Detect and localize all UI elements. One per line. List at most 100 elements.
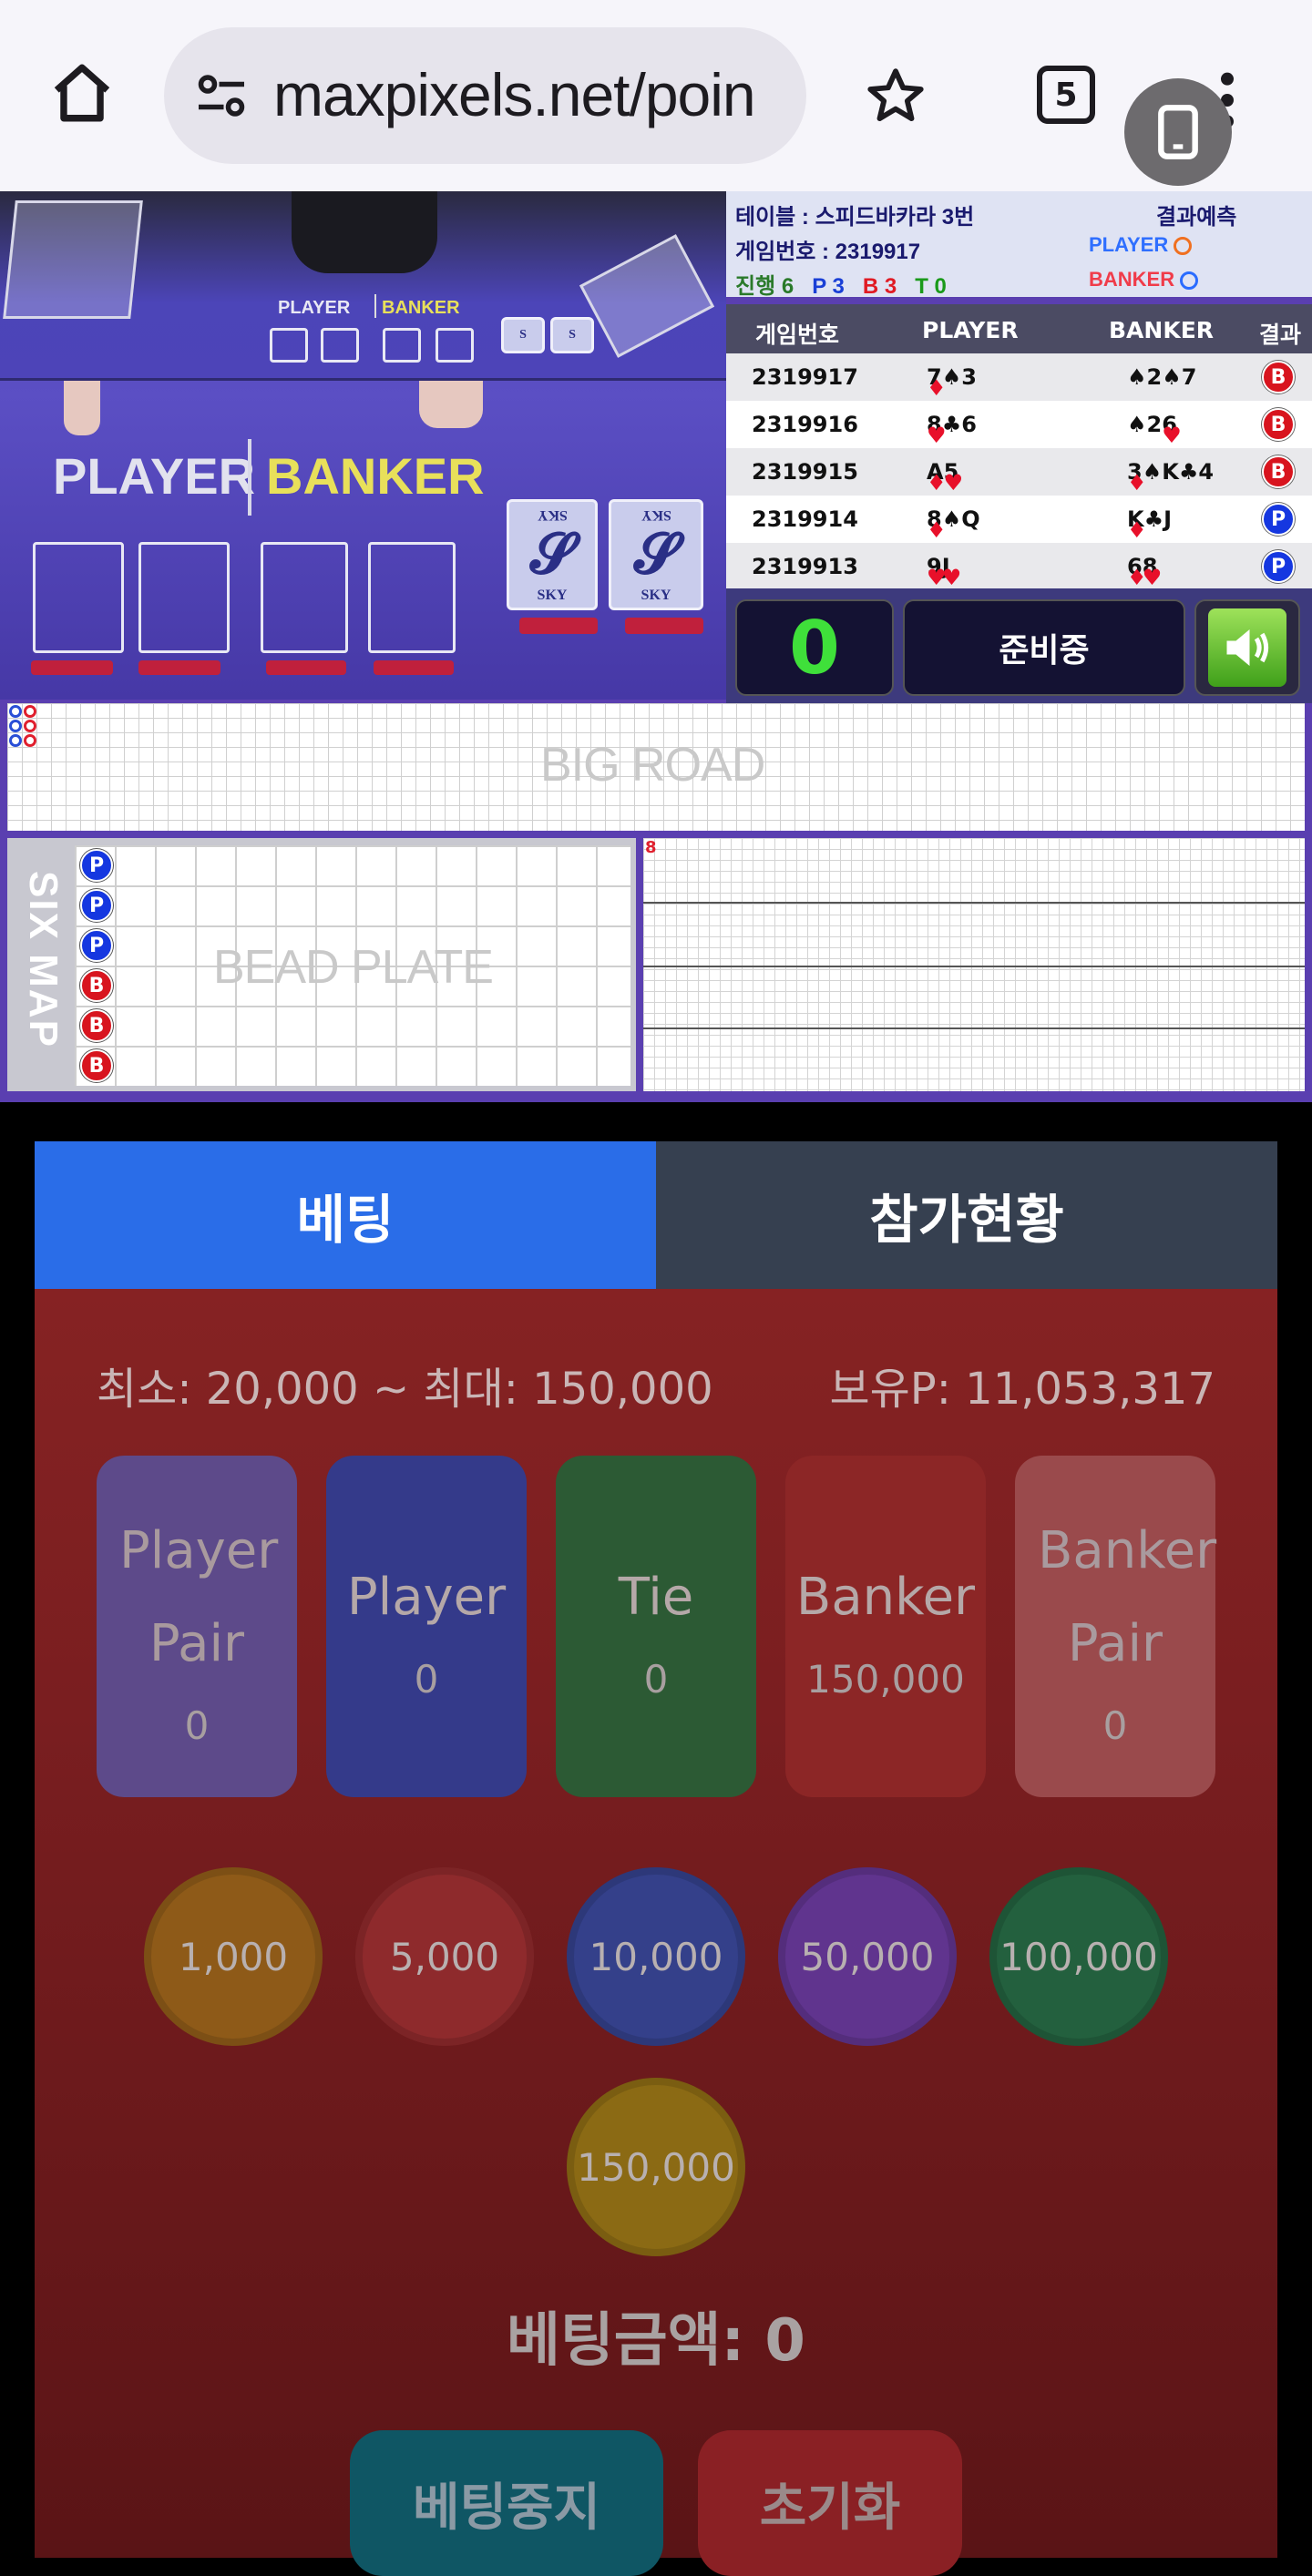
tab-betting[interactable]: 베팅 <box>35 1141 656 1289</box>
game-no-cell: 2319915 <box>752 459 858 485</box>
predict-label: 결과예측 <box>1156 205 1237 230</box>
bet-option-tie[interactable]: Tie 0 <box>556 1456 756 1797</box>
result-badge: P <box>1262 503 1295 536</box>
dealer <box>292 191 437 273</box>
game-no-cell: 2319913 <box>752 554 858 579</box>
bet-option-amount: 0 <box>643 1657 669 1702</box>
bead-plate-title: BEAD PLATE <box>213 941 494 994</box>
bet-option-player-pair[interactable]: Player Pair 0 <box>97 1456 297 1797</box>
chip-100000[interactable]: 100,000 <box>989 1867 1168 2046</box>
bead-item: B <box>80 1009 113 1042</box>
discard-tray <box>579 234 715 358</box>
chip-1000[interactable]: 1,000 <box>144 1867 323 2046</box>
small-road-mark: 8 <box>645 838 657 857</box>
dealer-hand <box>419 381 483 428</box>
countdown-timer: 0 <box>735 599 894 696</box>
bet-option-amount: 0 <box>184 1703 210 1748</box>
bet-option-banker-pair[interactable]: Banker Pair 0 <box>1015 1456 1217 1797</box>
result-history-table: 게임번호 PLAYER BANKER 결과 2319917 ♦ 7♠3 ♠2♠7 B 23… <box>726 304 1312 590</box>
result-badge: B <box>1262 408 1295 441</box>
card-slot <box>321 328 359 363</box>
player-cards-cell: ♥ 8♣6 <box>927 412 977 448</box>
game-number-label: 게임번호 : 2319917 <box>735 240 921 264</box>
bet-option-name: Banker <box>795 1568 976 1627</box>
player-cards-cell: ♦ A ♥ 5 <box>927 459 964 496</box>
address-bar[interactable]: maxpixels.net/poin <box>164 27 806 164</box>
chip-5000[interactable]: 5,000 <box>355 1867 534 2046</box>
bet-light <box>519 618 598 634</box>
bead-item: P <box>80 889 113 922</box>
big-road-title: BIG ROAD <box>540 739 765 792</box>
banker-cards-cell: ♠2 ♥ 6 <box>1127 412 1182 448</box>
result-badge: P <box>1262 550 1295 583</box>
bet-amount: 베팅금액: 0 <box>507 2307 805 2375</box>
bookmark-star-icon[interactable] <box>856 56 935 135</box>
result-badge: B <box>1262 455 1295 488</box>
bet-option-player[interactable]: Player 0 <box>326 1456 527 1797</box>
table-info-panel: 테이블 : 스피드바카라 3번 게임번호 : 2319917 진행 6 P 3 … <box>726 191 1312 301</box>
dealer-hand <box>64 381 100 435</box>
bet-light <box>625 618 703 634</box>
card-back: SKY 𝓢 SKY <box>507 499 598 610</box>
bet-light <box>266 660 346 675</box>
status-text: 준비중 <box>903 599 1185 696</box>
sound-toggle-button[interactable] <box>1194 599 1300 696</box>
progress-line: 진행 6 P 3 B 3 T 0 <box>735 274 947 299</box>
predict-player[interactable]: PLAYER <box>1089 233 1193 257</box>
banker-cards-cell: ♦ 6 ♥ 8 <box>1127 554 1163 590</box>
card-slot <box>436 328 474 363</box>
url-text: maxpixels.net/poin <box>273 61 756 128</box>
bet-option-banker[interactable]: Banker 150,000 <box>785 1456 986 1797</box>
history-row: 2319917 ♦ 7♠3 ♠2♠7 B <box>726 353 1312 401</box>
card-shoe <box>3 200 143 319</box>
betting-panel: 베팅 참가현황 최소: 20,000 ~ 최대: 150,000 보유P: 11… <box>35 1141 1277 2576</box>
banker-card-slot <box>368 542 456 653</box>
tab-switcher-button[interactable]: 5 <box>1037 66 1095 124</box>
chip-50000[interactable]: 50,000 <box>778 1867 957 2046</box>
bead-item: P <box>80 929 113 962</box>
game-no-cell: 2319914 <box>752 506 858 532</box>
screen-rotate-icon[interactable] <box>1124 78 1232 186</box>
card-back: SKY 𝓢 SKY <box>609 499 703 610</box>
bead-plate: SIX MAP BEAD PLATE PPPBBB <box>7 838 636 1091</box>
history-row: 2319915 ♦ A ♥ 5 ♦ 3♠K♣4 B <box>726 448 1312 496</box>
bet-option-amount: 150,000 <box>806 1657 965 1702</box>
big-road: BIG ROAD <box>7 703 1305 831</box>
bet-option-amount: 0 <box>1102 1703 1128 1748</box>
stop-betting-button[interactable]: 베팅중지 <box>350 2430 663 2576</box>
bet-option-name: Player <box>346 1568 507 1627</box>
bet-light <box>138 660 220 675</box>
owned-points: 보유P: 11,053,317 <box>829 1364 1215 1415</box>
site-settings-icon[interactable] <box>191 66 251 126</box>
home-icon[interactable] <box>44 55 120 131</box>
player-cards-cell: ♦ 7♠3 <box>927 364 977 401</box>
bet-light <box>374 660 454 675</box>
history-row: 2319916 ♥ 8♣6 ♠2 ♥ 6 B <box>726 401 1312 448</box>
card-slot <box>383 328 421 363</box>
control-bar: 0 준비중 <box>726 588 1312 703</box>
bet-option-name: Tie <box>618 1568 694 1627</box>
derived-roads: 8 <box>643 838 1305 1091</box>
reset-button[interactable]: 초기화 <box>698 2430 962 2576</box>
table-label: 테이블 : 스피드바카라 3번 <box>735 205 975 230</box>
felt-player: PLAYER <box>53 447 256 505</box>
predict-banker[interactable]: BANKER <box>1089 268 1199 291</box>
bead-grid: BEAD PLATE PPPBBB <box>75 845 630 1086</box>
history-row: 2319914 ♦ 8♠Q ♦ K♣J P <box>726 496 1312 543</box>
card-back: S <box>550 317 594 353</box>
chip-10000[interactable]: 10,000 <box>567 1867 745 2046</box>
tab-participation[interactable]: 참가현황 <box>656 1141 1277 1289</box>
bet-light <box>31 660 113 675</box>
banker-cards-cell: ♦ 3♠K♣4 <box>1127 459 1215 496</box>
bead-item: B <box>80 1049 113 1082</box>
banker-card-slot <box>261 542 348 653</box>
felt-player-small: PLAYER <box>278 298 351 318</box>
result-badge: B <box>1262 361 1295 394</box>
bet-option-name: Player Pair <box>119 1521 279 1673</box>
banker-cards-cell: ♠2♠7 <box>1127 364 1197 390</box>
chip-150000[interactable]: 150,000 <box>567 2078 745 2256</box>
game-area: PLAYER BANKER S S PLAYER BANKER SKY 𝓢 SKY … <box>0 191 1312 1102</box>
six-map-label: SIX MAP <box>21 871 66 1048</box>
table-header: 게임번호 PLAYER BANKER 결과 <box>726 304 1312 353</box>
bet-option-name: Banker Pair <box>1038 1521 1217 1673</box>
